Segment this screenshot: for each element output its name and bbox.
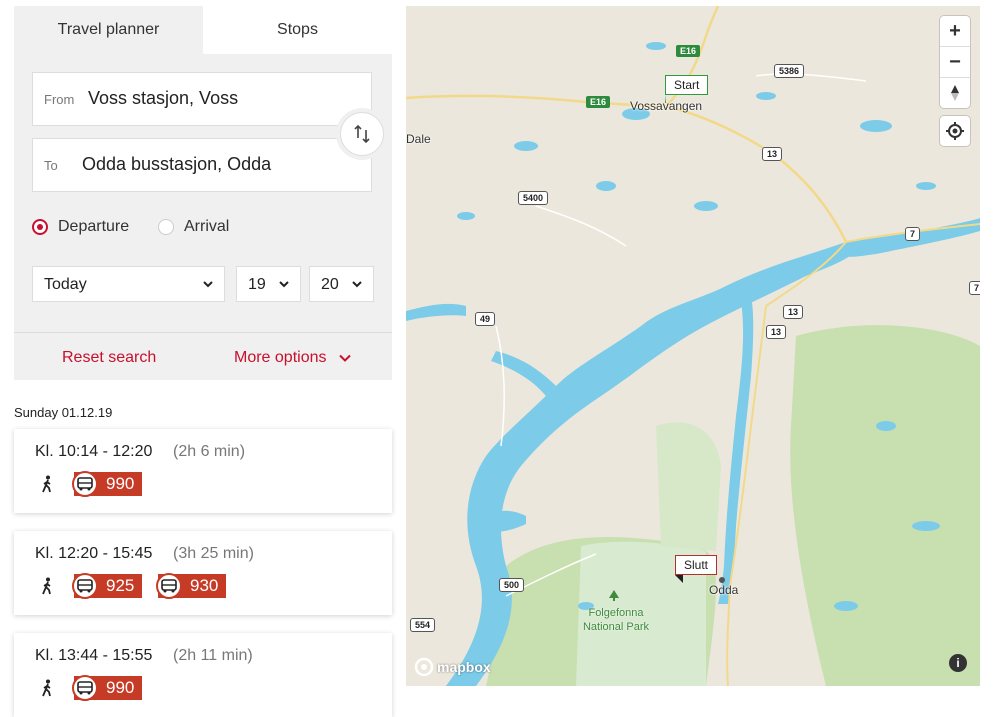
bus-line-number: 990 (106, 678, 135, 697)
arrival-option[interactable]: Arrival (158, 218, 229, 236)
end-marker[interactable]: Slutt (675, 555, 718, 583)
chevron-down-icon (352, 281, 362, 288)
road-shield: 500 (499, 578, 525, 592)
bus-icon (72, 573, 98, 599)
compass-button[interactable] (940, 78, 970, 108)
bus-line-badge: 930 (156, 573, 227, 599)
reset-search-button[interactable]: Reset search (62, 349, 156, 367)
road-shield-e16: E16 (586, 96, 611, 108)
trip-time: Kl. 10:14 - 12:20 (35, 443, 153, 460)
departure-label: Departure (58, 218, 130, 235)
tab-stops[interactable]: Stops (203, 6, 392, 54)
road-shield: 13 (783, 305, 804, 319)
more-options-label: More options (234, 349, 327, 366)
from-label: From (44, 92, 75, 107)
bus-line-number: 990 (106, 474, 135, 493)
chevron-down-icon (338, 354, 351, 362)
from-field[interactable]: From Voss stasjon, Voss (32, 72, 372, 126)
walk-icon (42, 475, 51, 493)
trip-result[interactable]: Kl. 13:44 - 15:55 (2h 11 min) 990 (14, 633, 392, 717)
start-marker[interactable]: Start (665, 75, 709, 103)
departure-radio[interactable] (32, 219, 48, 235)
to-field[interactable]: To Odda busstasjon, Odda (32, 138, 372, 192)
bus-line-badge: 925 (72, 573, 143, 599)
locate-icon (946, 122, 964, 140)
trip-time: Kl. 13:44 - 15:55 (35, 647, 153, 664)
trip-time: Kl. 12:20 - 15:45 (35, 545, 153, 562)
road-shield: 13 (762, 147, 783, 161)
mapbox-icon (414, 657, 434, 677)
road-shield: 554 (410, 618, 436, 632)
to-value[interactable]: Odda busstasjon, Odda (82, 154, 271, 175)
chevron-down-icon (279, 281, 289, 288)
mapbox-wordmark: mapbox (437, 659, 491, 675)
minute-select[interactable]: 20 (309, 266, 374, 302)
park-label: Folgefonna National Park (582, 607, 650, 633)
zoom-out-button[interactable]: − (940, 47, 970, 77)
tab-travel-planner[interactable]: Travel planner (14, 6, 203, 54)
road-shield: 49 (475, 312, 496, 326)
bus-line-number: 925 (106, 576, 135, 595)
hour-value: 19 (248, 276, 266, 293)
geolocate-button[interactable] (940, 116, 970, 146)
walk-icon (42, 679, 51, 697)
tab-bar: Travel planner Stops (14, 6, 392, 54)
road-shield-e16: E16 (676, 45, 701, 57)
bus-line-badge: 990 (72, 471, 143, 497)
mapbox-logo[interactable]: mapbox (414, 657, 491, 677)
hour-select[interactable]: 19 (236, 266, 301, 302)
more-options-button[interactable]: More options (234, 349, 351, 367)
bus-icon (72, 675, 98, 701)
arrival-label: Arrival (184, 218, 230, 235)
road-shield: 5400 (518, 191, 549, 205)
trip-result[interactable]: Kl. 10:14 - 12:20 (2h 6 min) 990 (14, 429, 392, 513)
day-value: Today (44, 276, 87, 293)
divider (14, 332, 392, 333)
geolocate-control (940, 116, 970, 146)
departure-option[interactable]: Departure (32, 218, 129, 236)
arrival-radio[interactable] (158, 219, 174, 235)
bus-icon (156, 573, 182, 599)
trip-duration: (2h 11 min) (173, 647, 253, 664)
compass-icon (951, 85, 959, 101)
route-map[interactable]: E16 E16 5386 13 5400 7 7 13 13 49 500 55… (406, 6, 980, 686)
day-select[interactable]: Today (32, 266, 225, 302)
walk-icon (42, 577, 51, 595)
trip-result[interactable]: Kl. 12:20 - 15:45 (3h 25 min) 925 930 (14, 531, 392, 615)
zoom-in-button[interactable]: + (940, 16, 970, 46)
swap-button[interactable] (340, 112, 384, 156)
bus-line-badge: 990 (72, 675, 143, 701)
bus-line-number: 930 (190, 576, 219, 595)
chevron-down-icon (203, 281, 213, 288)
bus-icon (72, 471, 98, 497)
place-label: Vossavangen (630, 99, 703, 113)
to-label: To (44, 158, 58, 173)
road-shield: 5386 (774, 64, 805, 78)
travel-planner-form: From Voss stasjon, Voss To Odda busstasj… (14, 54, 392, 380)
trip-duration: (2h 6 min) (173, 443, 246, 460)
trip-duration: (3h 25 min) (173, 545, 254, 562)
road-shield: 7 (905, 227, 921, 241)
attribution-info-button[interactable]: i (949, 654, 967, 672)
road-shield: 13 (766, 325, 787, 339)
place-label: Odda (709, 583, 739, 597)
swap-icon (354, 124, 370, 144)
zoom-controls: + − (940, 16, 970, 108)
from-value[interactable]: Voss stasjon, Voss (88, 88, 238, 109)
road-shield: 7 (969, 281, 980, 295)
minute-value: 20 (321, 276, 339, 293)
results-date-heading: Sunday 01.12.19 (14, 405, 113, 420)
place-label: Dale (406, 132, 431, 146)
